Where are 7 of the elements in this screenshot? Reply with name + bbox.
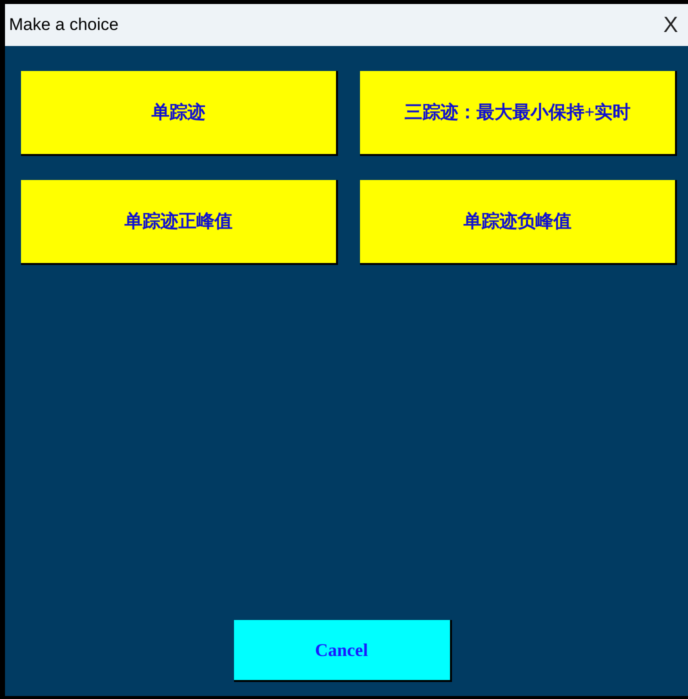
choice-button[interactable]: 单踪迹负峰值 <box>360 180 677 265</box>
window-title: Make a choice <box>9 14 119 36</box>
cancel-button[interactable]: Cancel <box>234 620 452 682</box>
choice-button[interactable]: 单踪迹正峰值 <box>21 180 338 265</box>
choice-button[interactable]: 单踪迹 <box>21 71 338 156</box>
close-button[interactable]: X <box>659 14 682 36</box>
choice-button[interactable]: 三踪迹：最大最小保持+实时 <box>360 71 677 156</box>
